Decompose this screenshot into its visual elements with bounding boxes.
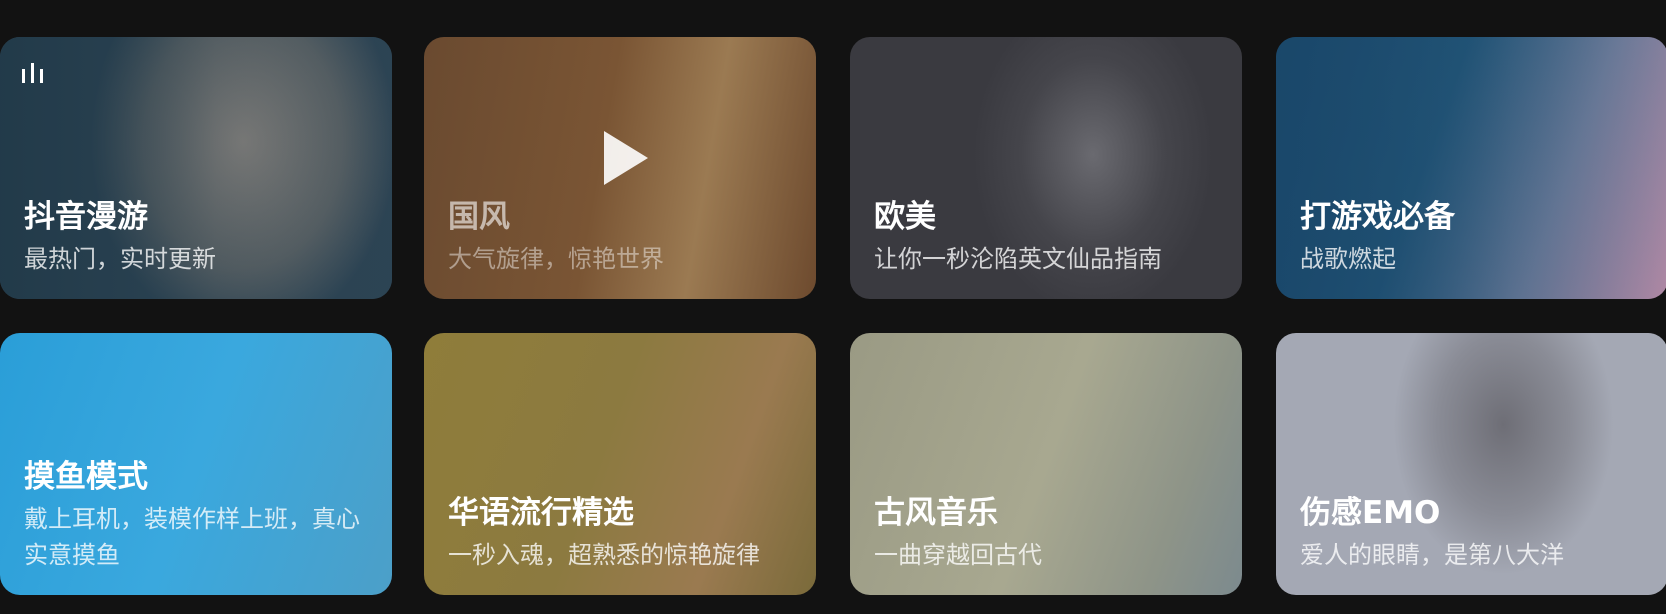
playlist-card-ancient-style[interactable]: 古风音乐一曲穿越回古代 xyxy=(850,333,1242,595)
card-subtitle: 让你一秒沦陷英文仙品指南 xyxy=(874,245,1162,273)
card-subtitle: 最热门，实时更新 xyxy=(24,245,216,273)
play-icon[interactable] xyxy=(604,131,648,185)
card-title: 欧美 xyxy=(874,199,936,235)
card-title: 华语流行精选 xyxy=(448,495,634,531)
card-title: 打游戏必备 xyxy=(1300,199,1455,235)
card-title: 抖音漫游 xyxy=(24,199,148,235)
card-title: 伤感EMO xyxy=(1300,495,1441,531)
card-title: 摸鱼模式 xyxy=(24,459,148,495)
card-subtitle: 爱人的眼睛，是第八大洋 xyxy=(1300,541,1564,569)
playlist-card-douyin[interactable]: 抖音漫游最热门，实时更新 xyxy=(0,37,392,299)
card-title: 国风 xyxy=(448,199,510,235)
card-subtitle: 一曲穿越回古代 xyxy=(874,541,1042,569)
card-subtitle: 战歌燃起 xyxy=(1300,245,1396,273)
card-title: 古风音乐 xyxy=(874,495,998,531)
playlist-card-slacking[interactable]: 摸鱼模式戴上耳机，装模作样上班，真心实意摸鱼 xyxy=(0,333,392,595)
playlist-card-gaming[interactable]: 打游戏必备 战歌燃起 xyxy=(1276,37,1666,299)
playlist-card-guofeng[interactable]: 国风大气旋律，惊艳世界 xyxy=(424,37,816,299)
card-subtitle: 戴上耳机，装模作样上班，真心实意摸鱼 xyxy=(24,505,360,569)
equalizer-icon xyxy=(22,61,46,85)
card-subtitle: 一秒入魂，超熟悉的惊艳旋律 xyxy=(448,541,760,569)
card-subtitle: 大气旋律，惊艳世界 xyxy=(448,245,664,273)
playlist-card-emo[interactable]: 伤感EMO 爱人的眼睛，是第八大洋 xyxy=(1276,333,1666,595)
playlist-card-mandopop[interactable]: 华语流行精选一秒入魂，超熟悉的惊艳旋律 xyxy=(424,333,816,595)
playlist-card-western[interactable]: 欧美让你一秒沦陷英文仙品指南 xyxy=(850,37,1242,299)
